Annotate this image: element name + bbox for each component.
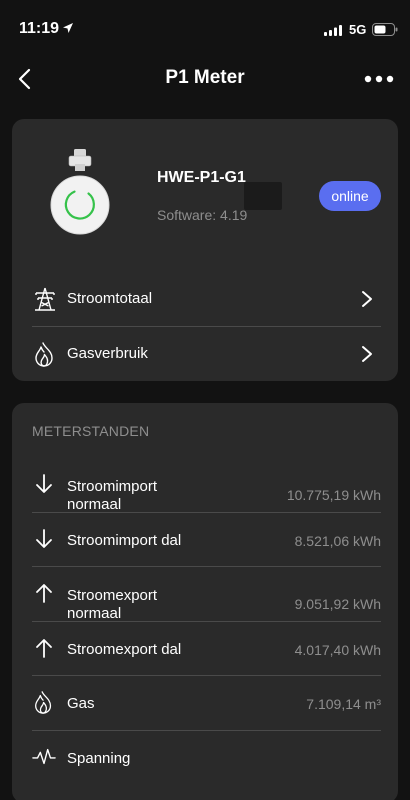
meter-row-stroomimport-dal[interactable]: Stroomimport dal 8.521,06 kWh (12, 513, 398, 567)
meter-value: 4.017,40 kWh (294, 642, 381, 658)
cellular-signal-icon (324, 25, 342, 36)
status-badge: online (319, 181, 381, 211)
page-title: P1 Meter (165, 67, 245, 88)
meter-value: 10.775,19 kWh (286, 487, 381, 503)
navigation-bar: P1 Meter (0, 56, 410, 102)
link-label: Gasverbruik (67, 345, 148, 362)
section-header: METERSTANDEN (32, 423, 150, 439)
redacted-text-block (244, 182, 282, 210)
meter-row-stroomimport-normaal[interactable]: Stroomimport normaal 10.775,19 kWh (12, 458, 398, 513)
arrow-up-icon (36, 639, 52, 658)
gas-flame-icon (35, 691, 52, 714)
p1-meter-device-image (50, 149, 110, 235)
power-pylon-icon (35, 287, 55, 311)
meter-label: Stroomimport normaal (67, 478, 158, 513)
chevron-right-icon (362, 346, 372, 362)
meter-row-stroomexport-dal[interactable]: Stroomexport dal 4.017,40 kWh (12, 622, 398, 676)
device-card: HWE-P1-G1 Software: 4.19 online Stroomto… (12, 119, 398, 381)
link-label: Stroomtotaal (67, 290, 153, 307)
meter-row-gas[interactable]: Gas 7.109,14 m³ (12, 676, 398, 730)
device-name: HWE-P1-G1 (157, 169, 246, 186)
meter-label: Gas (67, 695, 95, 712)
meter-label: Stroomimport dal (67, 532, 182, 549)
meter-label: Stroomexport dal (67, 641, 182, 658)
meter-readings-card: METERSTANDEN Stroomimport normaal 10.775… (12, 403, 398, 800)
status-bar: 11:19 5G (0, 0, 410, 56)
more-options-button[interactable] (362, 68, 396, 90)
battery-icon (372, 23, 398, 36)
network-type: 5G (349, 22, 367, 37)
meter-label: Stroomexport normaal (67, 587, 158, 622)
link-stroomtotaal[interactable]: Stroomtotaal (12, 272, 398, 326)
chevron-right-icon (362, 291, 372, 307)
arrow-down-icon (36, 529, 52, 548)
status-time: 11:19 (19, 20, 60, 37)
device-software-version: Software: 4.19 (157, 207, 248, 223)
location-arrow-icon (63, 23, 73, 33)
meter-value: 8.521,06 kWh (294, 533, 381, 549)
meter-row-stroomexport-normaal[interactable]: Stroomexport normaal 9.051,92 kWh (12, 567, 398, 622)
gas-flame-icon (35, 342, 53, 367)
meter-value: 9.051,92 kWh (294, 596, 381, 612)
meter-row-spanning[interactable]: Spanning (12, 731, 398, 785)
arrow-down-icon (36, 474, 52, 493)
arrow-up-icon (36, 584, 52, 603)
meter-value: 7.109,14 m³ (306, 696, 381, 712)
meter-label: Spanning (67, 750, 131, 767)
voltage-wave-icon (32, 748, 56, 765)
link-gasverbruik[interactable]: Gasverbruik (12, 327, 398, 381)
